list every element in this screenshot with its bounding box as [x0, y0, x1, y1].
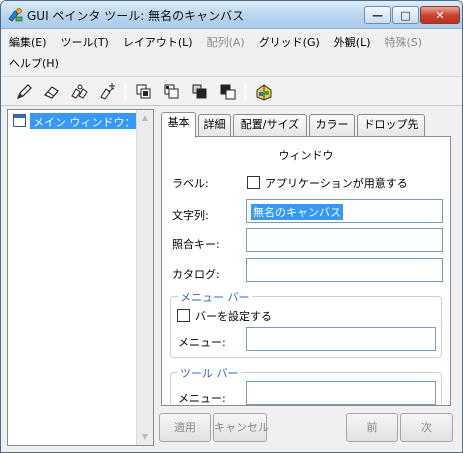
title-bar: GUI ペインタ ツール: 無名のキャンバス — □ ✕	[1, 1, 462, 29]
menu-grid[interactable]: グリッド(G)	[251, 32, 326, 52]
window-icon	[13, 114, 26, 127]
menubar-menu-field[interactable]	[246, 327, 436, 351]
set-bar-checkbox[interactable]	[177, 309, 190, 322]
window-title: GUI ペインタ ツール: 無名のキャンバス	[27, 9, 245, 23]
app-provided-checkbox[interactable]	[247, 176, 260, 189]
palette-icon[interactable]	[253, 81, 275, 103]
menu-special[interactable]: 特殊(S)	[377, 32, 429, 52]
menu-bar: 編集(E) ツール(T) レイアウト(L) 配列(A) グリッド(G) 外観(L…	[1, 30, 462, 74]
send-backward-icon[interactable]	[161, 81, 183, 103]
toolbar-separator	[245, 82, 246, 102]
bring-forward-icon[interactable]	[133, 81, 155, 103]
menu-edit[interactable]: 編集(E)	[1, 32, 53, 52]
collation-key-label: 照合キー:	[172, 238, 220, 251]
tree-item-main-window[interactable]: メイン ウィンドウ：	[11, 113, 149, 129]
basic-panel: ウィンドウ ラベル: アプリケーションが用意する 文字列: 無名のキャンバス 照…	[161, 136, 451, 406]
app-provided-checkbox-label: アプリケーションが用意する	[265, 177, 408, 190]
toolbar-group-title: ツール バー	[178, 365, 241, 381]
scroll-down-icon[interactable]: ▼	[139, 431, 151, 443]
collation-key-field[interactable]	[246, 228, 443, 252]
minimize-icon: —	[372, 8, 383, 22]
toolbar-menu-label: メニュー:	[178, 392, 226, 405]
menu-appearance[interactable]: 外観(L)	[326, 32, 377, 52]
tab-details[interactable]: 詳細	[198, 114, 231, 136]
catalog-label: カタログ:	[172, 268, 220, 281]
catalog-field[interactable]	[246, 258, 443, 282]
close-icon: ✕	[435, 8, 445, 22]
menu-layout[interactable]: レイアウト(L)	[115, 32, 199, 52]
menu-help[interactable]: ヘルプ(H)	[1, 53, 65, 73]
string-field-value: 無名のキャンバス	[251, 204, 343, 220]
string-label: 文字列:	[172, 209, 209, 222]
toolbar-separator	[125, 82, 126, 102]
label-label: ラベル:	[172, 177, 209, 190]
menu-row-1: 編集(E) ツール(T) レイアウト(L) 配列(A) グリッド(G) 外観(L…	[1, 32, 428, 52]
maximize-icon: □	[400, 8, 411, 22]
menubar-menu-label: メニュー:	[178, 336, 226, 349]
bring-to-front-icon[interactable]	[189, 81, 211, 103]
eraser-icon[interactable]	[41, 81, 63, 103]
group-icon[interactable]	[69, 81, 91, 103]
tree-scrollbar[interactable]: ▲ ▼	[136, 110, 153, 445]
tree-item-label: メイン ウィンドウ：	[30, 113, 147, 129]
pen-icon[interactable]	[13, 81, 35, 103]
scroll-up-icon[interactable]: ▲	[139, 112, 151, 124]
maximize-button[interactable]: □	[392, 6, 419, 24]
tool-bar	[1, 76, 462, 106]
properties-pane: 基本 詳細 配置/サイズ カラー ドロップ先 ウィンドウ ラベル: アプリケーシ…	[157, 109, 457, 446]
minimize-button[interactable]: —	[364, 6, 391, 24]
menu-arrange[interactable]: 配列(A)	[199, 32, 251, 52]
menu-tools[interactable]: ツール(T)	[53, 32, 115, 52]
next-button[interactable]: 次	[400, 413, 453, 442]
close-button[interactable]: ✕	[420, 6, 460, 24]
menubar-group-title: メニュー バー	[178, 289, 252, 305]
tab-placement-size[interactable]: 配置/サイズ	[233, 114, 307, 136]
cancel-button[interactable]: キャンセル	[213, 413, 269, 442]
painter-app-icon	[7, 7, 24, 23]
app-window: GUI ペインタ ツール: 無名のキャンバス — □ ✕ 編集(E) ツール(T…	[0, 0, 463, 453]
string-field[interactable]: 無名のキャンバス	[246, 199, 443, 223]
apply-button[interactable]: 適用	[159, 413, 211, 442]
send-to-back-icon[interactable]	[217, 81, 239, 103]
ungroup-icon[interactable]	[97, 81, 119, 103]
toolbar-menu-field[interactable]	[246, 381, 436, 405]
widget-tree[interactable]: メイン ウィンドウ： ▲ ▼	[7, 109, 154, 446]
prev-button[interactable]: 前	[346, 413, 398, 442]
tab-drop-target[interactable]: ドロップ先	[357, 114, 425, 136]
section-title: ウィンドウ	[278, 149, 334, 162]
menu-row-2: ヘルプ(H)	[1, 53, 65, 73]
tab-color[interactable]: カラー	[309, 114, 355, 136]
tab-basic[interactable]: 基本	[161, 112, 196, 138]
set-bar-checkbox-label: バーを設定する	[195, 310, 272, 323]
